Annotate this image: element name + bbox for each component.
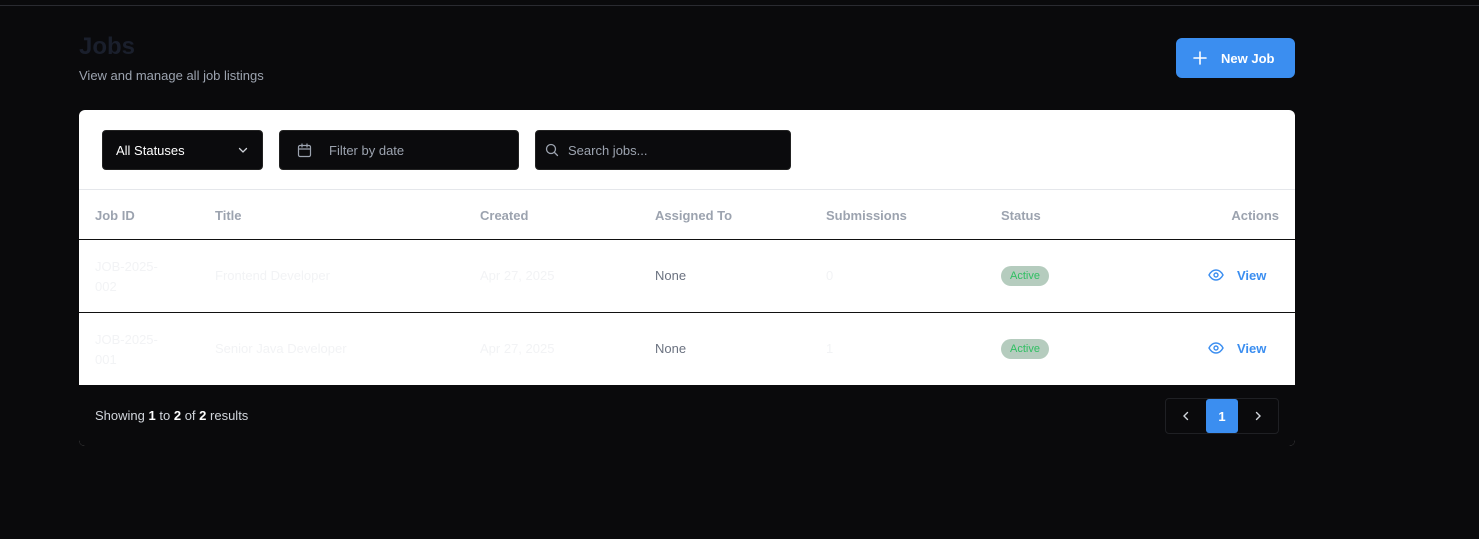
calendar-icon: [297, 142, 312, 157]
summary-text: to: [159, 408, 171, 423]
summary-to: 2: [173, 408, 182, 423]
summary-total: 2: [199, 408, 207, 423]
table-footer: Showing 1 to 2 of 2 results 1: [79, 385, 1295, 446]
search-input[interactable]: [568, 142, 778, 158]
results-summary: Showing 1 to 2 of 2 results: [95, 408, 248, 423]
page-subtitle: View and manage all job listings: [79, 68, 264, 83]
chevron-right-icon: [1255, 411, 1261, 421]
pagination: 1: [1165, 398, 1279, 434]
job-title-cell: Senior Java Developer: [215, 341, 347, 356]
column-header-created: Created: [480, 208, 529, 223]
assigned-to-cell: None: [655, 268, 687, 283]
column-header-actions: Actions: [1231, 208, 1279, 223]
created-cell: Apr 27, 2025: [480, 268, 555, 283]
next-page-button[interactable]: [1238, 399, 1278, 433]
previous-page-button[interactable]: [1166, 399, 1206, 433]
summary-text: results: [210, 408, 249, 423]
table-header: Job ID Title Created Assigned To Submiss…: [79, 190, 1295, 240]
view-button[interactable]: View: [1208, 340, 1266, 356]
column-header-submissions: Submissions: [826, 208, 907, 223]
column-header-title: Title: [215, 208, 242, 223]
job-id-cell: JOB-2025- 001: [95, 330, 175, 370]
status-badge: Active: [1001, 266, 1049, 286]
page-button-current[interactable]: 1: [1206, 399, 1238, 433]
summary-text: of: [184, 408, 196, 423]
summary-text: Showing: [95, 408, 145, 423]
column-header-status: Status: [1001, 208, 1041, 223]
new-job-button[interactable]: New Job: [1176, 38, 1295, 78]
job-id-part: JOB-2025-: [95, 332, 158, 347]
view-label: View: [1237, 267, 1267, 283]
job-id-part: 002: [95, 279, 117, 294]
job-id-part: JOB-2025-: [95, 259, 158, 274]
job-title-cell: Frontend Developer: [215, 268, 330, 283]
search-icon: [545, 143, 559, 157]
column-header-job-id: Job ID: [95, 208, 135, 223]
chevron-down-icon: [238, 147, 248, 153]
search-box: [535, 130, 791, 170]
date-filter-placeholder: Filter by date: [329, 142, 405, 158]
job-id-cell: JOB-2025- 002: [95, 257, 175, 297]
column-header-assigned-to: Assigned To: [655, 208, 733, 223]
created-cell: Apr 27, 2025: [480, 341, 555, 356]
table-row: JOB-2025- 002 Frontend Developer Apr 27,…: [79, 240, 1295, 313]
view-button[interactable]: View: [1208, 267, 1266, 283]
filter-bar: All Statuses Filter by date: [79, 110, 1295, 190]
date-filter[interactable]: Filter by date: [279, 130, 519, 170]
assigned-to-cell: None: [655, 341, 687, 356]
summary-from: 1: [148, 408, 156, 423]
page-title: Jobs: [79, 33, 136, 60]
view-label: View: [1237, 340, 1267, 356]
eye-icon: [1208, 269, 1224, 281]
status-select-value: All Statuses: [116, 142, 185, 158]
submissions-cell: 0: [826, 268, 834, 283]
top-divider: [0, 5, 1479, 6]
jobs-card: All Statuses Filter by date Job ID Title…: [79, 110, 1295, 446]
chevron-left-icon: [1183, 411, 1189, 421]
job-id-part: 001: [95, 352, 117, 367]
plus-icon: [1193, 51, 1207, 65]
submissions-cell: 1: [826, 341, 834, 356]
eye-icon: [1208, 342, 1224, 354]
table-row: JOB-2025- 001 Senior Java Developer Apr …: [79, 313, 1295, 386]
status-select[interactable]: All Statuses: [102, 130, 263, 170]
status-badge: Active: [1001, 339, 1049, 359]
new-job-label: New Job: [1221, 50, 1275, 66]
